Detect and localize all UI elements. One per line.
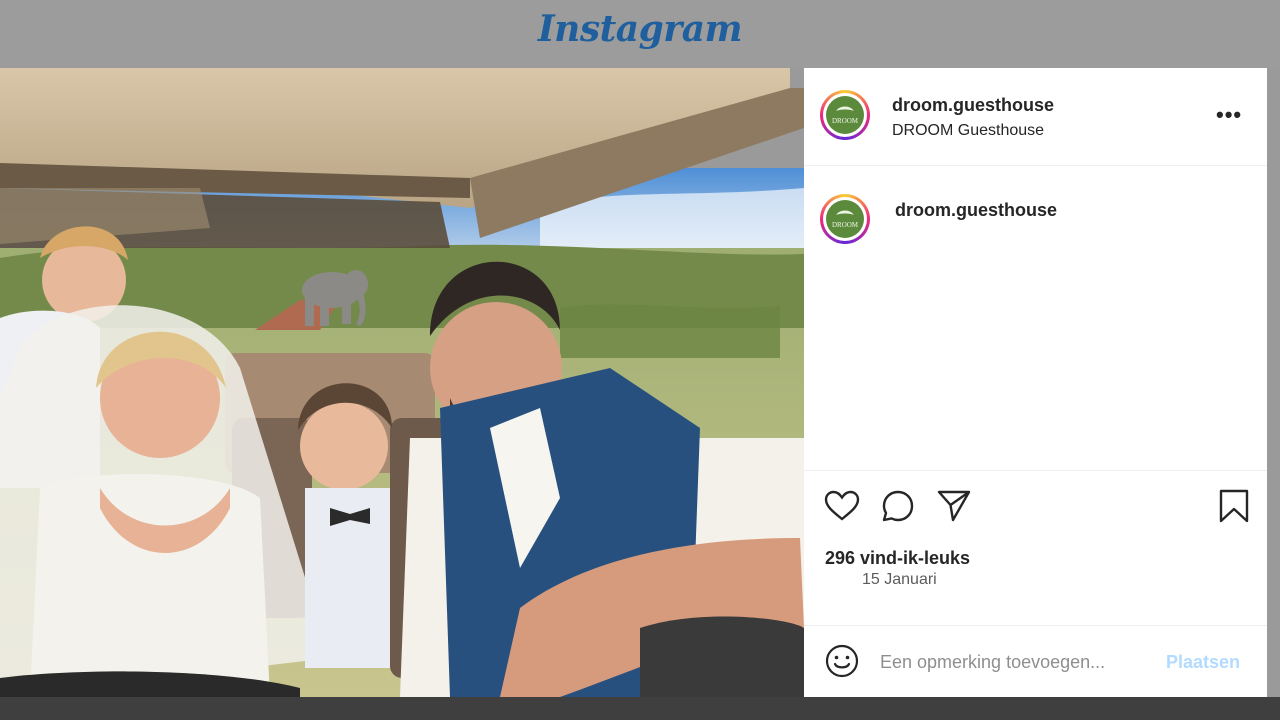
- caption-avatar[interactable]: DROOM: [820, 194, 870, 244]
- post-date: 15 Januari: [862, 571, 937, 588]
- bookmark-icon[interactable]: [1218, 488, 1250, 524]
- avatar-ring-inner: DROOM: [823, 93, 867, 137]
- comment-bar: Een opmerking toevoegen... Plaatsen: [804, 625, 1267, 698]
- bottom-bar: [0, 697, 1280, 720]
- avatar-image: DROOM: [826, 96, 864, 134]
- right-gutter: [1267, 68, 1280, 697]
- comment-input[interactable]: Een opmerking toevoegen...: [880, 652, 1105, 673]
- more-icon[interactable]: •••: [1216, 102, 1242, 128]
- top-bar: Instagram: [0, 0, 1280, 68]
- post-header: DROOM droom.guesthouse DROOM Guesthouse …: [804, 68, 1267, 166]
- post-side-panel: DROOM droom.guesthouse DROOM Guesthouse …: [804, 68, 1267, 697]
- avatar-label: DROOM: [832, 221, 859, 229]
- caption-username[interactable]: droom.guesthouse: [895, 200, 1057, 221]
- account-avatar[interactable]: DROOM: [820, 90, 870, 140]
- emoji-icon[interactable]: [824, 643, 860, 679]
- post-comment-button[interactable]: Plaatsen: [1166, 652, 1240, 673]
- post-photo[interactable]: [0, 68, 804, 697]
- instagram-logo[interactable]: Instagram: [0, 8, 1280, 50]
- heart-icon[interactable]: [824, 490, 860, 522]
- send-icon[interactable]: [936, 489, 972, 523]
- actions-divider: [804, 470, 1267, 472]
- avatar-image: DROOM: [826, 200, 864, 238]
- account-display-name: DROOM Guesthouse: [892, 122, 1045, 139]
- avatar-label: DROOM: [832, 117, 859, 125]
- likes-count[interactable]: 296 vind-ik-leuks: [825, 548, 970, 569]
- comment-icon[interactable]: [881, 489, 915, 523]
- avatar-ring-inner: DROOM: [823, 197, 867, 241]
- account-username[interactable]: droom.guesthouse: [892, 95, 1054, 116]
